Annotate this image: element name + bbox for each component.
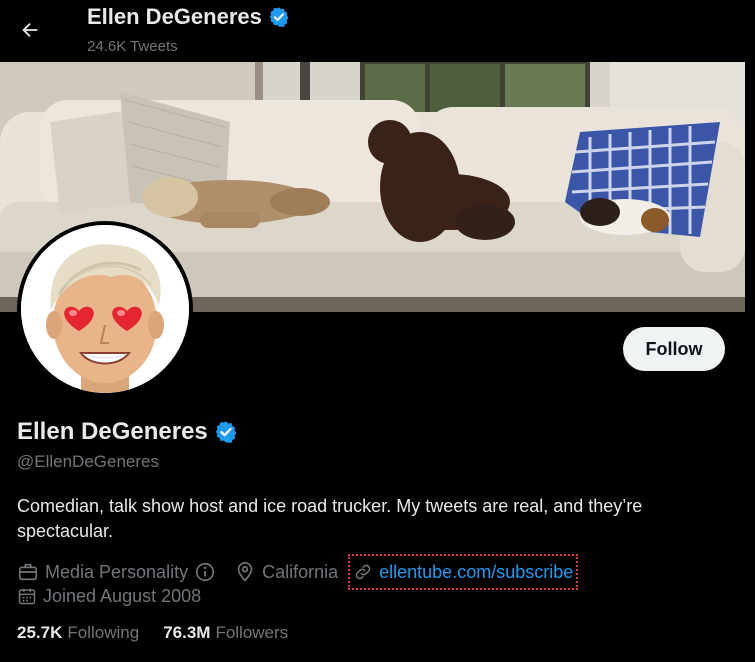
joined-item: Joined August 2008 bbox=[17, 586, 201, 607]
avatar-border bbox=[17, 221, 193, 397]
followers-link[interactable]: 76.3M Followers bbox=[163, 623, 288, 643]
profile-joined: Joined August 2008 bbox=[17, 584, 201, 608]
tweet-count: 24.6K Tweets bbox=[87, 38, 178, 55]
follow-button[interactable]: Follow bbox=[623, 327, 725, 371]
calendar-icon bbox=[18, 588, 36, 605]
followers-count: 76.3M bbox=[163, 623, 211, 642]
back-button[interactable] bbox=[12, 12, 48, 48]
arrow-left-icon bbox=[22, 22, 38, 38]
joined-text: Joined August 2008 bbox=[43, 585, 202, 606]
location-item: California bbox=[234, 561, 338, 583]
briefcase-icon bbox=[18, 563, 38, 581]
avatar[interactable] bbox=[21, 225, 189, 393]
following-label: Following bbox=[67, 623, 140, 642]
location-text: California bbox=[262, 561, 339, 582]
profile-bio: Comedian, talk show host and ice road tr… bbox=[17, 496, 643, 541]
verified-badge-icon[interactable] bbox=[214, 420, 238, 444]
profile-name: Ellen DeGeneres bbox=[17, 418, 208, 445]
header-name: Ellen DeGeneres bbox=[87, 4, 262, 29]
profile-name-row: Ellen DeGeneres bbox=[17, 418, 238, 446]
following-link[interactable]: 25.7K Following bbox=[17, 623, 139, 643]
following-count: 25.7K bbox=[17, 623, 63, 642]
profile-handle: @EllenDeGeneres bbox=[17, 452, 159, 471]
avatar-illustration bbox=[21, 225, 189, 393]
website-link-text[interactable]: ellentube.com/subscribe bbox=[379, 562, 573, 583]
verified-badge-icon bbox=[269, 7, 289, 27]
category-item: Media Personality bbox=[17, 561, 216, 583]
location-pin-icon bbox=[237, 562, 253, 582]
profile-stats: 25.7K Following 76.3M Followers bbox=[17, 623, 288, 643]
header-title: Ellen DeGeneres bbox=[87, 4, 290, 30]
category-text: Media Personality bbox=[45, 561, 189, 582]
info-icon[interactable] bbox=[194, 561, 216, 583]
link-icon bbox=[355, 564, 371, 580]
website-link[interactable]: ellentube.com/subscribe bbox=[348, 554, 579, 590]
followers-label: Followers bbox=[215, 623, 289, 642]
profile-meta: Media Personality California ellentube.c… bbox=[17, 554, 579, 590]
top-bar: Ellen DeGeneres 24.6K Tweets bbox=[0, 0, 755, 62]
